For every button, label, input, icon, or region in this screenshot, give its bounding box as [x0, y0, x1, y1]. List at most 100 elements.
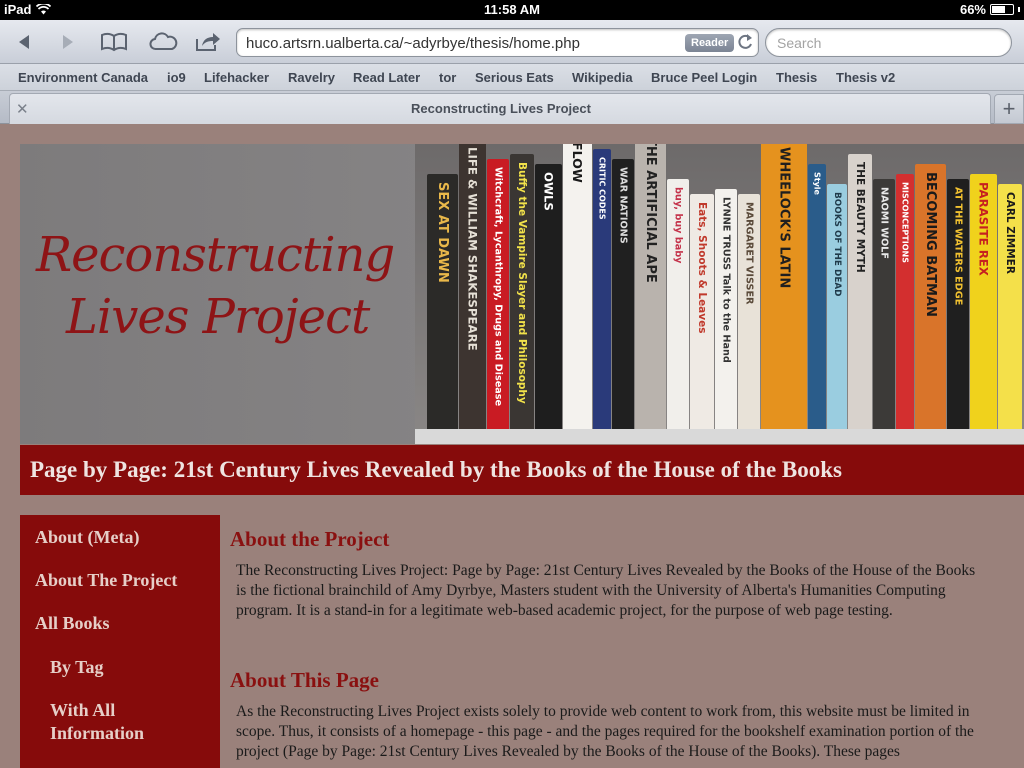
battery-percent: 66% — [959, 2, 986, 17]
subtitle-bar: Page by Page: 21st Century Lives Reveale… — [20, 445, 1024, 495]
bookmarks-button[interactable] — [99, 27, 129, 57]
book-spine: PARASITE REX — [970, 174, 997, 429]
book-title: AT THE WATERS EDGE — [952, 187, 964, 306]
book-spine: MISCONCEPTIONS — [896, 174, 914, 429]
book-spine: Eats, Shoots & Leaves — [690, 194, 714, 429]
address-bar[interactable]: huco.artsrn.ualberta.ca/~adyrbye/thesis/… — [236, 28, 759, 57]
book-title: CARL ZIMMER — [1004, 192, 1016, 274]
site-title: Reconstructing Lives Project — [36, 224, 395, 348]
clock: 11:58 AM — [484, 2, 540, 17]
site-title-line1: Reconstructing — [36, 227, 395, 283]
book-title: WHEELOCK'S LATIN — [776, 147, 792, 289]
book-title: THE BEAUTY MYTH — [854, 162, 866, 273]
bookmark-tor[interactable]: tor — [439, 70, 456, 85]
back-arrow-icon — [19, 35, 29, 49]
battery-indicator: 66% — [960, 2, 1020, 17]
book-title: buy, buy baby — [672, 187, 684, 264]
bookmark-thesis[interactable]: Thesis — [776, 70, 817, 85]
status-bar: iPad 11:58 AM 66% — [0, 0, 1024, 20]
book-spine: BOOKS OF THE DEAD — [827, 184, 847, 429]
book-title: PARASITE REX — [976, 182, 991, 276]
bookmark-wikipedia[interactable]: Wikipedia — [572, 70, 633, 85]
bookmark-read-later[interactable]: Read Later — [353, 70, 420, 85]
book-spine: buy, buy baby — [667, 179, 689, 429]
book-title: NAOMI WOLF — [878, 187, 890, 259]
book-title: Buffy the Vampire Slayer and Philosophy — [516, 162, 528, 404]
bookmark-environment-canada[interactable]: Environment Canada — [18, 70, 148, 85]
nav-about-meta[interactable]: About (Meta) — [35, 526, 139, 549]
book-spine: Buffy the Vampire Slayer and Philosophy — [510, 154, 534, 429]
reload-icon[interactable] — [736, 32, 754, 52]
forward-arrow-icon — [63, 35, 73, 49]
search-placeholder: Search — [777, 35, 822, 51]
book-title: MISCONCEPTIONS — [900, 182, 910, 263]
cloud-icon — [149, 32, 178, 50]
book-spine: BECOMING BATMAN — [915, 164, 946, 429]
book-title: LYNNE TRUSS Talk to the Hand — [720, 197, 732, 363]
book-title: FLOW — [570, 144, 585, 183]
share-button[interactable] — [193, 27, 223, 57]
book-title: MARGARET VISSER — [743, 202, 755, 305]
sidebar-nav: About (Meta) About The Project All Books… — [20, 515, 220, 768]
back-button[interactable] — [9, 27, 39, 57]
book-spine: SEX AT DAWN — [427, 174, 458, 429]
heading-about-project: About the Project — [230, 527, 390, 551]
reader-button[interactable]: Reader — [685, 34, 735, 52]
book-title: CRITIC CODES — [597, 157, 607, 220]
plus-icon: + — [1002, 96, 1016, 121]
book-spine: MARGARET VISSER — [738, 194, 760, 429]
nav-with-all-information[interactable]: With All Information — [50, 699, 210, 745]
para-about-page: As the Reconstructing Lives Project exis… — [236, 703, 974, 760]
tab-title: Reconstructing Lives Project — [411, 101, 591, 116]
book-icon — [101, 32, 127, 52]
new-tab-button[interactable]: + — [994, 94, 1024, 124]
book-spine: WHEELOCK'S LATIN — [761, 144, 807, 429]
book-spine: Witchcraft, Lycanthropy, Drugs and Disea… — [487, 159, 509, 429]
bookmark-lifehacker[interactable]: Lifehacker — [204, 70, 269, 85]
book-spine: LYNNE TRUSS Talk to the Hand — [715, 189, 737, 429]
bookmark-bruce-peel-login[interactable]: Bruce Peel Login — [651, 70, 757, 85]
site-banner: SEX AT DAWN LIFE & WILLIAM SHAKESPEARE Wit… — [20, 144, 1024, 444]
nav-all-books[interactable]: All Books — [35, 612, 110, 635]
book-title: BECOMING BATMAN — [923, 172, 938, 317]
icloud-tabs-button[interactable] — [147, 27, 179, 57]
heading-about-page: About This Page — [230, 668, 379, 692]
book-spine: NAOMI WOLF — [873, 179, 895, 429]
book-spine: WAR NATIONS — [612, 159, 634, 429]
bookmark-serious-eats[interactable]: Serious Eats — [475, 70, 554, 85]
bookmark-ravelry[interactable]: Ravelry — [288, 70, 335, 85]
bookmark-io9[interactable]: io9 — [167, 70, 186, 85]
book-title: OWLS — [541, 172, 556, 211]
share-icon — [196, 33, 220, 51]
book-title: SEX AT DAWN — [435, 182, 450, 283]
bookmark-thesis-v2[interactable]: Thesis v2 — [836, 70, 895, 85]
book-spine: Style — [808, 164, 826, 429]
site-title-line2: Lives Project — [66, 289, 370, 345]
nav-about-the-project[interactable]: About The Project — [35, 569, 177, 592]
bookmarks-bar: Environment Canada io9 Lifehacker Ravelr… — [0, 64, 1024, 91]
book-spine: THE BEAUTY MYTH — [848, 154, 872, 429]
book-spine: THE ARTIFICIAL APE — [635, 144, 666, 429]
book-title: Witchcraft, Lycanthropy, Drugs and Disea… — [492, 167, 504, 407]
page-subtitle: Page by Page: 21st Century Lives Reveale… — [30, 457, 842, 482]
book-spine: LIFE & WILLIAM SHAKESPEARE — [459, 144, 486, 429]
book-spine: FLOW — [563, 144, 592, 429]
book-title: Style — [812, 172, 822, 195]
nav-by-tag[interactable]: By Tag — [50, 656, 104, 679]
book-spine: CRITIC CODES — [593, 149, 611, 429]
book-title: THE ARTIFICIAL APE — [643, 144, 658, 283]
book-title: Eats, Shoots & Leaves — [696, 202, 708, 334]
battery-icon — [990, 4, 1014, 15]
book-title: LIFE & WILLIAM SHAKESPEARE — [465, 147, 480, 351]
book-spine: OWLS — [535, 164, 562, 429]
tab-reconstructing-lives[interactable]: ✕ Reconstructing Lives Project — [9, 93, 991, 124]
para-about-project: The Reconstructing Lives Project: Page b… — [236, 562, 976, 619]
book-title: WAR NATIONS — [617, 167, 629, 244]
book-spine: CARL ZIMMER — [998, 184, 1022, 429]
forward-button[interactable] — [53, 27, 83, 57]
book-title: BOOKS OF THE DEAD — [832, 192, 842, 297]
browser-toolbar: huco.artsrn.ualberta.ca/~adyrbye/thesis/… — [0, 20, 1024, 64]
url-text: huco.artsrn.ualberta.ca/~adyrbye/thesis/… — [246, 35, 580, 52]
tab-bar: ✕ Reconstructing Lives Project + — [0, 91, 1024, 124]
search-field[interactable]: Search — [765, 28, 1012, 57]
